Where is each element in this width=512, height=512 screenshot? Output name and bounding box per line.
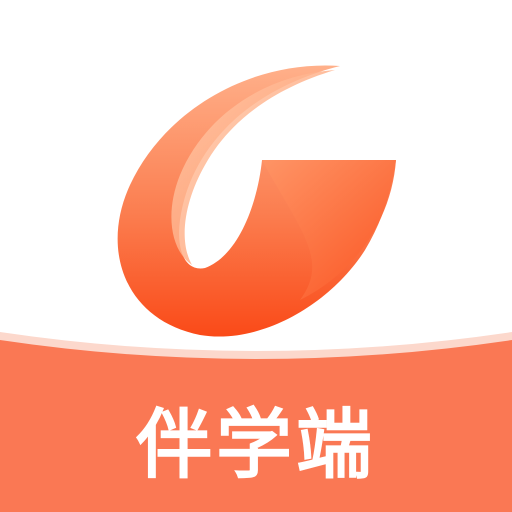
swoosh-g-logo-icon [117, 65, 397, 337]
app-name-label: 伴学端 [136, 400, 376, 489]
app-icon[interactable]: 伴学端 [0, 0, 512, 512]
